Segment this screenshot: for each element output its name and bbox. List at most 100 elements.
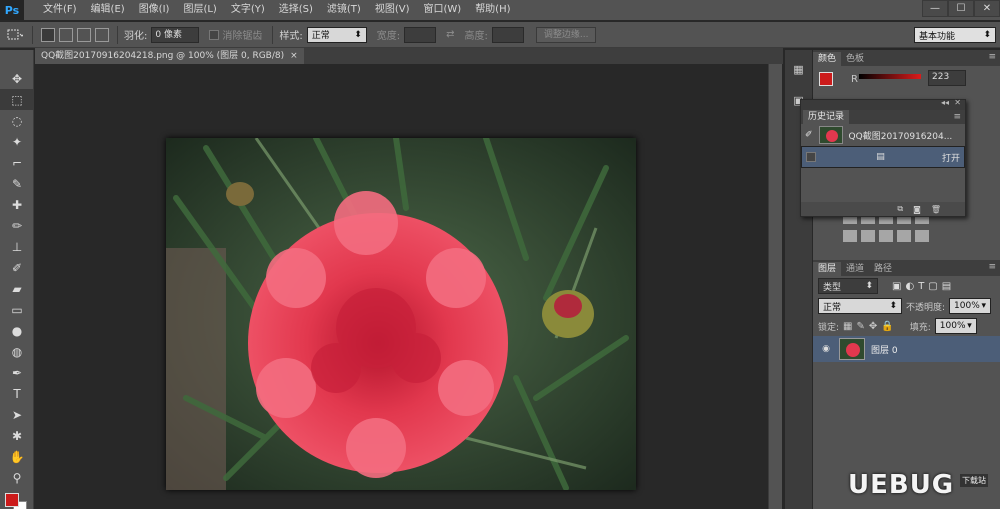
photo-filter-icon[interactable] bbox=[843, 230, 857, 242]
marquee-preset-icon[interactable] bbox=[4, 26, 26, 44]
close-tab-icon[interactable]: × bbox=[290, 48, 298, 64]
layer-name[interactable]: 图层 0 bbox=[871, 343, 898, 356]
filter-adjust-icon[interactable]: ◐ bbox=[905, 281, 914, 292]
posterize-icon[interactable] bbox=[897, 230, 911, 242]
tab-layers[interactable]: 图层 bbox=[813, 262, 842, 276]
menu-filter[interactable]: 滤镜(T) bbox=[320, 0, 368, 20]
gradient-tool-icon[interactable]: ▭ bbox=[0, 299, 34, 320]
trash-icon[interactable]: 🗑 bbox=[931, 205, 941, 214]
move-tool-icon[interactable]: ✥ bbox=[0, 68, 34, 89]
history-brush-source-icon[interactable]: ✐ bbox=[805, 130, 813, 140]
foreground-color-swatch[interactable] bbox=[819, 72, 833, 86]
divider bbox=[32, 25, 33, 44]
type-tool-icon[interactable]: T bbox=[0, 383, 34, 404]
swap-icon[interactable]: ⇄ bbox=[446, 29, 454, 40]
lock-all-icon[interactable]: 🔒 bbox=[881, 321, 893, 332]
filter-smart-icon[interactable]: ▤ bbox=[942, 281, 951, 292]
close-button[interactable]: ✕ bbox=[974, 0, 1000, 17]
history-panel-header: ◂◂ ✕ bbox=[801, 98, 965, 110]
hand-tool-icon[interactable]: ✋ bbox=[0, 446, 34, 467]
menu-layer[interactable]: 图层(L) bbox=[176, 0, 223, 20]
intersect-selection-icon[interactable] bbox=[95, 27, 109, 42]
blend-mode-select[interactable]: 正常 ⬍ bbox=[818, 298, 902, 314]
collapse-icon[interactable]: ◂◂ bbox=[941, 98, 949, 107]
channel-mixer-icon[interactable] bbox=[861, 230, 875, 242]
new-document-from-state-icon[interactable]: ⧉ bbox=[897, 204, 903, 214]
refine-edge-button[interactable]: 调整边缘... bbox=[535, 26, 597, 43]
tab-channels[interactable]: 通道 bbox=[841, 262, 869, 276]
pen-tool-icon[interactable]: ✒ bbox=[0, 362, 34, 383]
filter-pixel-icon[interactable]: ▣ bbox=[892, 281, 901, 292]
filter-shape-icon[interactable]: ▢ bbox=[928, 281, 937, 292]
document-tab[interactable]: QQ截图20170916204218.png @ 100% (图层 0, RGB… bbox=[35, 48, 304, 64]
antialias-checkbox[interactable] bbox=[209, 29, 220, 40]
camera-icon[interactable]: ◙ bbox=[913, 205, 921, 214]
brush-tool-icon[interactable]: ✏ bbox=[0, 215, 34, 236]
clone-stamp-tool-icon[interactable]: ⊥ bbox=[0, 236, 34, 257]
history-brush-tool-icon[interactable]: ✐ bbox=[0, 257, 34, 278]
crop-tool-icon[interactable]: ⌐ bbox=[0, 152, 34, 173]
red-value-input[interactable]: 223 bbox=[928, 70, 966, 86]
layer-filter-select[interactable]: 类型 ⬍ bbox=[818, 278, 878, 294]
tools-panel: ✥ ⬚ ◌ ✦ ⌐ ✎ ✚ ✏ ⊥ ✐ ▰ ▭ ● ◍ ✒ T ➤ ✱ ✋ ⚲ bbox=[0, 50, 34, 509]
healing-brush-tool-icon[interactable]: ✚ bbox=[0, 194, 34, 215]
zoom-tool-icon[interactable]: ⚲ bbox=[0, 467, 34, 488]
minimize-button[interactable]: — bbox=[922, 0, 948, 17]
add-selection-icon[interactable] bbox=[59, 27, 73, 42]
magic-wand-tool-icon[interactable]: ✦ bbox=[0, 131, 34, 152]
panel-menu-icon[interactable]: ≡ bbox=[988, 262, 996, 272]
menu-image[interactable]: 图像(I) bbox=[132, 0, 177, 20]
subtract-selection-icon[interactable] bbox=[77, 27, 91, 42]
divider bbox=[272, 25, 274, 44]
menu-view[interactable]: 视图(V) bbox=[368, 0, 417, 20]
menu-edit[interactable]: 编辑(E) bbox=[84, 0, 132, 20]
menu-type[interactable]: 文字(Y) bbox=[224, 0, 272, 20]
history-step-checkbox[interactable] bbox=[806, 152, 816, 162]
feather-input[interactable]: 0 像素 bbox=[151, 26, 200, 43]
opacity-input[interactable]: 100% ▾ bbox=[949, 298, 992, 314]
lock-pixels-icon[interactable]: ▦ bbox=[843, 321, 852, 332]
foreground-color-swatch[interactable] bbox=[5, 493, 19, 507]
blur-tool-icon[interactable]: ● bbox=[0, 320, 34, 341]
eyedropper-tool-icon[interactable]: ✎ bbox=[0, 173, 34, 194]
dodge-tool-icon[interactable]: ◍ bbox=[0, 341, 34, 362]
document-image[interactable] bbox=[166, 138, 636, 490]
panel-menu-icon[interactable]: ≡ bbox=[953, 112, 961, 122]
menu-window[interactable]: 窗口(W) bbox=[416, 0, 468, 20]
tab-history[interactable]: 历史记录 bbox=[803, 110, 850, 124]
width-input[interactable] bbox=[404, 26, 437, 43]
fill-input[interactable]: 100% ▾ bbox=[934, 318, 977, 334]
rect-marquee-tool-icon[interactable]: ⬚ bbox=[0, 89, 34, 110]
tab-paths[interactable]: 路径 bbox=[869, 262, 897, 276]
menu-file[interactable]: 文件(F) bbox=[36, 0, 84, 20]
lock-position-icon[interactable]: ✥ bbox=[869, 321, 877, 332]
close-panel-icon[interactable]: ✕ bbox=[954, 98, 961, 107]
history-panel-icon[interactable]: ▦ bbox=[790, 63, 808, 81]
shape-tool-icon[interactable]: ✱ bbox=[0, 425, 34, 446]
red-channel-slider[interactable] bbox=[859, 74, 921, 79]
new-selection-icon[interactable] bbox=[41, 27, 55, 42]
layer-row[interactable]: ◉ 图层 0 bbox=[813, 336, 1000, 362]
menu-help[interactable]: 帮助(H) bbox=[468, 0, 517, 20]
maximize-button[interactable]: ☐ bbox=[948, 0, 974, 17]
panel-menu-icon[interactable]: ≡ bbox=[988, 52, 996, 62]
photoshop-window: Ps 文件(F) 编辑(E) 图像(I) 图层(L) 文字(Y) 选择(S) 滤… bbox=[0, 0, 1000, 509]
tab-swatches[interactable]: 色板 bbox=[841, 52, 869, 66]
lasso-tool-icon[interactable]: ◌ bbox=[0, 110, 34, 131]
workspace-select[interactable]: 基本功能 ⬍ bbox=[914, 27, 996, 43]
visibility-eye-icon[interactable]: ◉ bbox=[819, 344, 833, 354]
eraser-tool-icon[interactable]: ▰ bbox=[0, 278, 34, 299]
height-input[interactable] bbox=[491, 26, 524, 43]
filter-type-icon[interactable]: T bbox=[918, 281, 924, 292]
menu-select[interactable]: 选择(S) bbox=[272, 0, 320, 20]
invert-icon[interactable] bbox=[879, 230, 893, 242]
workspace-value: 基本功能 bbox=[919, 31, 956, 42]
vertical-scrollbar[interactable] bbox=[768, 64, 782, 509]
lock-paint-icon[interactable]: ✎ bbox=[857, 321, 865, 332]
threshold-icon[interactable] bbox=[915, 230, 929, 242]
path-selection-tool-icon[interactable]: ➤ bbox=[0, 404, 34, 425]
history-snapshot[interactable]: ✐ QQ截图20170916204... bbox=[801, 124, 965, 146]
history-step[interactable]: ▤ 打开 bbox=[801, 146, 965, 168]
tab-color[interactable]: 颜色 bbox=[813, 52, 842, 66]
style-select[interactable]: 正常 ⬍ bbox=[306, 26, 367, 43]
